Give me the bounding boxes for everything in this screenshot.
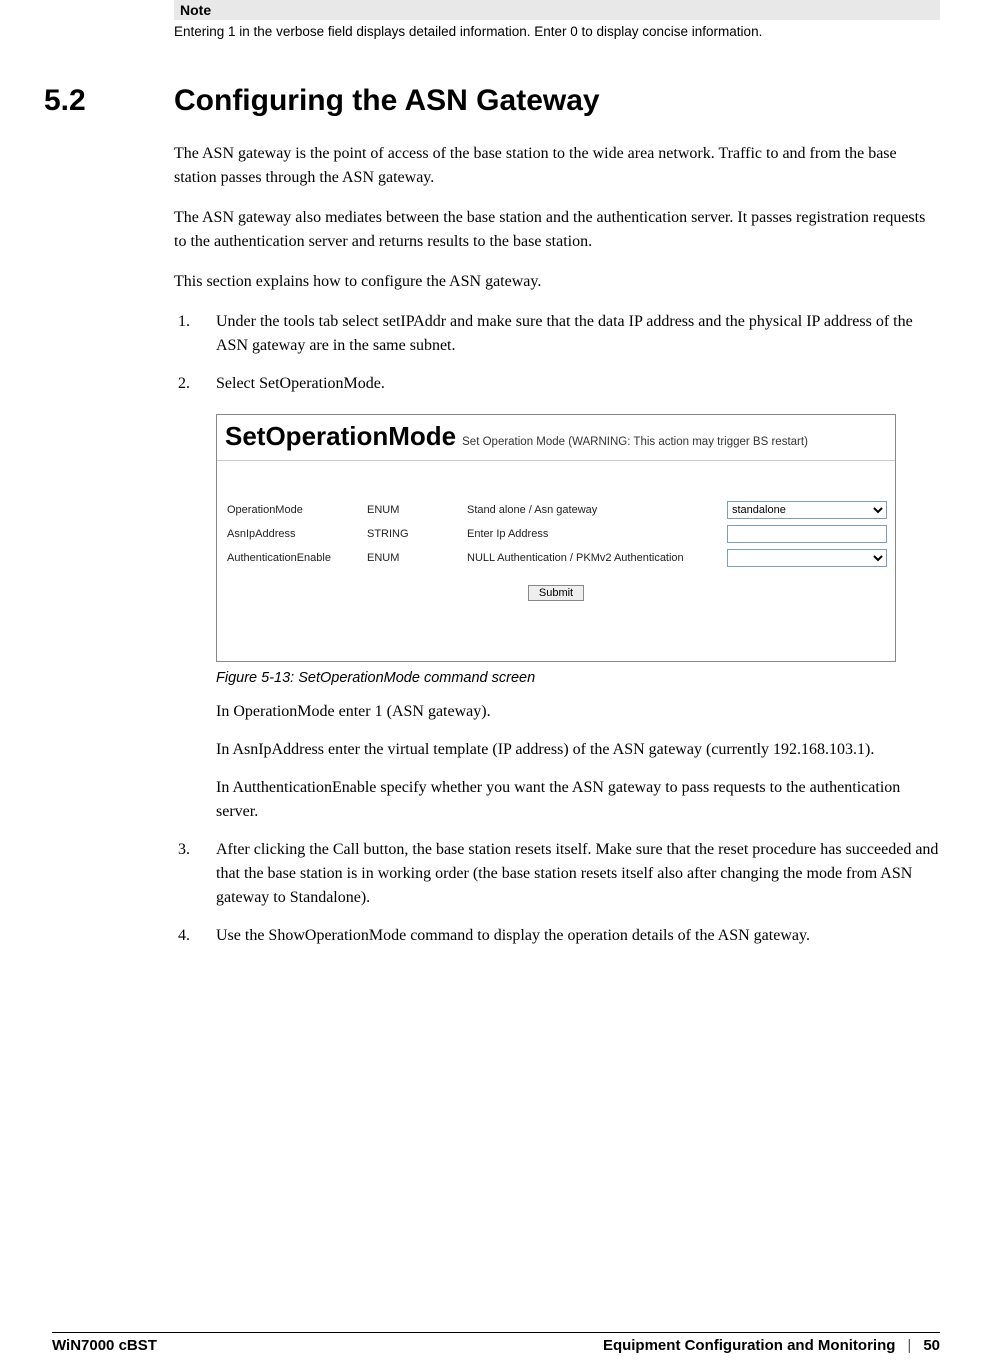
- field-desc: Enter Ip Address: [467, 528, 727, 540]
- section-heading: 5.2 Configuring the ASN Gateway: [44, 84, 940, 118]
- submit-button[interactable]: Submit: [528, 585, 584, 601]
- step-4: Use the ShowOperationMode command to dis…: [174, 924, 940, 948]
- field-type: ENUM: [367, 552, 467, 564]
- screenshot-subtitle: Set Operation Mode (WARNING: This action…: [462, 436, 808, 448]
- form-row-asnipaddress: AsnIpAddress STRING Enter Ip Address: [227, 525, 885, 543]
- note-heading: Note: [174, 0, 940, 20]
- after-fig-1: In OperationMode enter 1 (ASN gateway).: [216, 700, 940, 724]
- field-desc: NULL Authentication / PKMv2 Authenticati…: [467, 552, 727, 564]
- field-name: AuthenticationEnable: [227, 552, 367, 564]
- figure-caption: Figure 5-13: SetOperationMode command sc…: [216, 670, 940, 686]
- field-type: ENUM: [367, 504, 467, 516]
- intro-paragraph-3: This section explains how to configure t…: [174, 270, 940, 294]
- screenshot-header: SetOperationMode Set Operation Mode (WAR…: [217, 415, 895, 461]
- field-type: STRING: [367, 528, 467, 540]
- step-2: Select SetOperationMode.: [174, 372, 940, 396]
- page-footer: WiN7000 cBST Equipment Configuration and…: [52, 1332, 940, 1354]
- asnipaddress-input[interactable]: [727, 525, 887, 543]
- field-name: AsnIpAddress: [227, 528, 367, 540]
- field-desc: Stand alone / Asn gateway: [467, 504, 727, 516]
- footer-separator: |: [907, 1337, 911, 1354]
- form-row-operationmode: OperationMode ENUM Stand alone / Asn gat…: [227, 501, 885, 519]
- authenticationenable-select[interactable]: [727, 549, 887, 567]
- field-name: OperationMode: [227, 504, 367, 516]
- note-body: Entering 1 in the verbose field displays…: [174, 20, 940, 44]
- footer-page-number: 50: [923, 1337, 940, 1354]
- screenshot-setoperationmode: SetOperationMode Set Operation Mode (WAR…: [216, 414, 896, 662]
- note-box: Note Entering 1 in the verbose field dis…: [174, 0, 940, 44]
- step-3: After clicking the Call button, the base…: [174, 838, 940, 910]
- intro-paragraph-2: The ASN gateway also mediates between th…: [174, 206, 940, 254]
- after-fig-2: In AsnIpAddress enter the virtual templa…: [216, 738, 940, 762]
- operationmode-select[interactable]: standalone: [727, 501, 887, 519]
- form-row-authenticationenable: AuthenticationEnable ENUM NULL Authentic…: [227, 549, 885, 567]
- intro-paragraph-1: The ASN gateway is the point of access o…: [174, 142, 940, 190]
- step-1: Under the tools tab select setIPAddr and…: [174, 310, 940, 358]
- section-title: Configuring the ASN Gateway: [174, 84, 600, 118]
- after-fig-3: In AutthenticationEnable specify whether…: [216, 776, 940, 824]
- footer-chapter: Equipment Configuration and Monitoring: [603, 1337, 895, 1354]
- footer-product: WiN7000 cBST: [52, 1337, 157, 1354]
- screenshot-title: SetOperationMode: [225, 421, 456, 452]
- section-number: 5.2: [44, 84, 174, 118]
- screenshot-body: OperationMode ENUM Stand alone / Asn gat…: [217, 461, 895, 661]
